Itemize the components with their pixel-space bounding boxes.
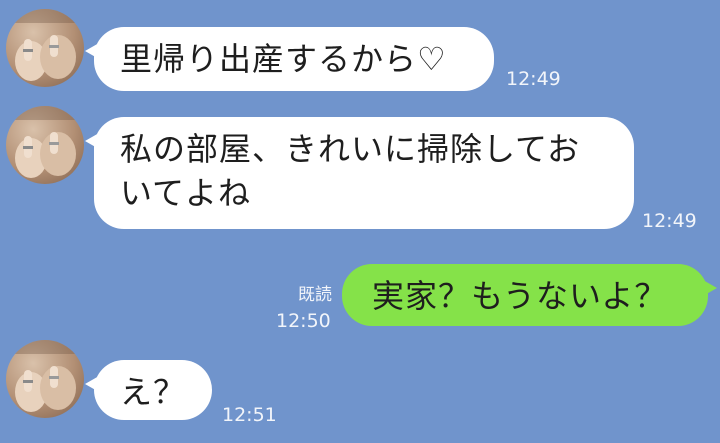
message-bubble[interactable]: 里帰り出産するから♡ bbox=[85, 27, 494, 91]
avatar-photo-icon bbox=[6, 106, 84, 178]
chat-area: 里帰り出産するから♡ 12:49 私の部屋、きれいに掃除しておいてよね 12:4… bbox=[0, 0, 720, 443]
message-bubble[interactable]: 私の部屋、きれいに掃除しておいてよね bbox=[85, 117, 634, 229]
message-bubble[interactable]: え？ bbox=[85, 360, 212, 420]
avatar-photo-icon bbox=[6, 9, 84, 81]
message-text: え？ bbox=[120, 373, 187, 411]
message-timestamp: 12:51 bbox=[222, 404, 277, 426]
message-bubble[interactable]: 実家？もうないよ？ bbox=[342, 264, 717, 326]
sender-avatar[interactable] bbox=[6, 9, 84, 87]
message-text: 実家？もうないよ？ bbox=[372, 277, 668, 315]
message-timestamp: 12:49 bbox=[506, 68, 561, 90]
avatar-photo-icon bbox=[6, 340, 84, 412]
message-timestamp: 12:49 bbox=[642, 210, 697, 232]
message-text: 私の部屋、きれいに掃除しておいてよね bbox=[120, 130, 581, 212]
sender-avatar[interactable] bbox=[6, 106, 84, 184]
message-text: 里帰り出産するから♡ bbox=[120, 40, 447, 78]
sender-avatar[interactable] bbox=[6, 340, 84, 418]
message-timestamp: 12:50 bbox=[276, 310, 331, 332]
read-receipt: 既読 bbox=[298, 285, 332, 305]
